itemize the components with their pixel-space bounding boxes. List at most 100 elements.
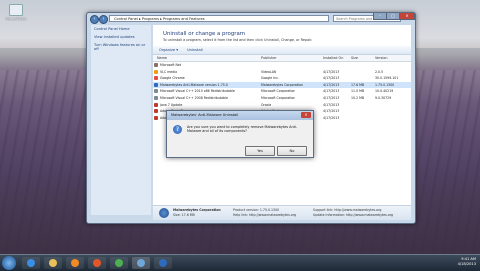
minimize-button[interactable]: –	[373, 13, 387, 20]
cell-date: 4/17/2013	[323, 82, 340, 87]
taskbar-explorer[interactable]	[44, 257, 62, 269]
cell-date: 4/17/2013	[323, 89, 340, 94]
sidebar: Control Panel Home View installed update…	[91, 25, 151, 215]
cell-size: 17.6 MB	[351, 82, 365, 87]
table-row[interactable]: Google Chrome Google Inc. 4/17/2013 30.0.15…	[153, 75, 411, 81]
dialog-title: Malwarebytes' Anti-Malware Uninstall	[171, 113, 239, 117]
close-button[interactable]: ×	[399, 13, 415, 20]
taskbar-media[interactable]	[66, 257, 84, 269]
taskbar: 9:41 AM 4/18/2013	[0, 254, 480, 271]
yes-button[interactable]: Yes	[245, 146, 275, 156]
footer-support-link[interactable]: Support link: http://www.malwarebytes.or…	[313, 208, 381, 212]
cell-date: 4/17/2013	[323, 115, 340, 120]
column-publisher[interactable]: Publisher	[261, 55, 277, 61]
taskbar-chrome[interactable]	[110, 257, 128, 269]
clock-date: 4/18/2013	[457, 262, 476, 266]
no-button[interactable]: No	[277, 146, 307, 156]
cell-date: 4/17/2013	[323, 102, 340, 107]
address-bar[interactable]: Control Panel ▸ Programs ▸ Programs and …	[109, 15, 329, 22]
title-bar: ‹ › Control Panel ▸ Programs ▸ Programs …	[87, 13, 415, 24]
cell-name: Microsoft Visual C++ 2008 Redistributabl…	[160, 96, 228, 100]
firefox-icon	[93, 259, 101, 267]
control-panel-icon	[137, 259, 145, 267]
table-header: Name Publisher Installed On Size Version	[153, 55, 411, 62]
chrome-icon	[115, 259, 123, 267]
cell-name: Microsoft Net	[160, 63, 182, 67]
cell-publisher: Google Inc.	[261, 76, 279, 81]
taskbar-control-panel[interactable]	[132, 257, 150, 269]
cell-date: 4/17/2013	[323, 96, 340, 100]
sidebar-item-updates[interactable]: View installed updates	[91, 33, 151, 41]
cell-name: Java 7 Update	[160, 102, 183, 107]
cell-publisher: Malwarebytes Corporation	[261, 82, 303, 87]
program-icon	[154, 76, 158, 81]
media-icon	[71, 259, 79, 267]
organize-button[interactable]: Organize ▾	[159, 47, 178, 53]
uninstall-dialog: Malwarebytes' Anti-Malware Uninstall × ?…	[166, 110, 314, 158]
column-installed-on[interactable]: Installed On	[323, 55, 343, 61]
cell-publisher: Oracle	[261, 102, 272, 107]
uninstall-button[interactable]: Uninstall	[187, 47, 203, 53]
cell-publisher: VideoLAN	[261, 69, 277, 74]
table-row[interactable]: VLC media VideoLAN 4/17/2013 2.0.5	[153, 69, 411, 75]
cell-version: 2.0.5	[375, 69, 384, 74]
table-row[interactable]: Malwarebytes Anti-Malware version 1.75.0…	[153, 81, 411, 89]
dialog-close-button[interactable]: ×	[301, 112, 311, 118]
cell-date: 4/17/2013	[323, 109, 340, 114]
cell-name: Google Chrome	[160, 76, 185, 81]
desktop-icon[interactable]: MacysMyEx	[4, 2, 28, 32]
taskbar-firefox[interactable]	[88, 257, 106, 269]
cell-publisher: Microsoft Corporation	[261, 96, 296, 100]
taskbar-ie[interactable]	[22, 257, 40, 269]
malwarebytes-logo-icon	[159, 208, 169, 218]
system-tray-clock[interactable]: 9:41 AM 4/18/2013	[458, 257, 476, 267]
table-row[interactable]: Microsoft Visual C++ 2010 x86 Redistribu…	[153, 88, 411, 94]
footer-size: Size: 17.6 MB	[173, 213, 195, 217]
maximize-button[interactable]: □	[386, 13, 400, 20]
dialog-title-bar: Malwarebytes' Anti-Malware Uninstall ×	[167, 111, 313, 120]
column-size[interactable]: Size	[351, 55, 358, 61]
program-icon	[154, 82, 158, 87]
back-button[interactable]: ‹	[90, 15, 99, 24]
sidebar-item-features[interactable]: Turn Windows features on or off	[91, 41, 151, 53]
toolbar: Organize ▾ Uninstall	[153, 46, 411, 55]
sidebar-item-home[interactable]: Control Panel Home	[91, 25, 151, 33]
cell-size: 10.2 MB	[351, 96, 365, 100]
start-button[interactable]	[2, 256, 16, 270]
footer-company: Malwarebytes Corporation	[173, 208, 221, 212]
table-row[interactable]: Java 7 Update Oracle 4/17/2013	[153, 102, 411, 108]
program-icon	[154, 69, 158, 74]
forward-button[interactable]: ›	[99, 15, 108, 24]
footer-update-info[interactable]: Update information: http://www.malwareby…	[313, 213, 393, 217]
cell-version: 30.0.1599.101	[375, 76, 399, 81]
ie-icon	[27, 259, 35, 267]
cell-name: Microsoft Visual C++ 2010 x86 Redistribu…	[160, 89, 235, 94]
program-icon	[154, 96, 158, 100]
taskbar-malwarebytes[interactable]	[154, 257, 172, 269]
footer-help-link[interactable]: Help link: http://www.malwarebytes.org	[233, 213, 296, 217]
table-row[interactable]: Microsoft Net	[153, 62, 411, 68]
program-icon	[154, 115, 158, 120]
malwarebytes-icon	[159, 259, 167, 267]
program-icon	[9, 4, 23, 16]
table-row[interactable]: Microsoft Visual C++ 2008 Redistributabl…	[153, 95, 411, 101]
program-icon	[154, 102, 158, 107]
cell-version: 9.0.30729	[375, 96, 392, 100]
dialog-message: Are you sure you want to completely remo…	[187, 125, 298, 134]
folder-icon	[49, 259, 57, 267]
cell-version: 10.0.40219	[375, 89, 394, 94]
cell-date: 4/17/2013	[323, 76, 340, 81]
cell-name: Malwarebytes Anti-Malware version 1.75.0	[160, 82, 228, 87]
program-icon	[154, 109, 158, 114]
footer-product-version: Product version: 1.75.0.1300	[233, 208, 280, 212]
page-title: Uninstall or change a program	[163, 31, 246, 37]
question-icon: ?	[173, 125, 182, 134]
program-icon	[154, 63, 158, 67]
desktop-icon-label: MacysMyEx	[5, 17, 27, 21]
cell-date: 4/17/2013	[323, 69, 340, 74]
program-icon	[154, 89, 158, 94]
column-version[interactable]: Version	[375, 55, 387, 61]
column-name[interactable]: Name	[157, 55, 167, 61]
cell-version: 1.75.0.1300	[375, 82, 395, 87]
cell-size: 11.0 MB	[351, 89, 365, 94]
